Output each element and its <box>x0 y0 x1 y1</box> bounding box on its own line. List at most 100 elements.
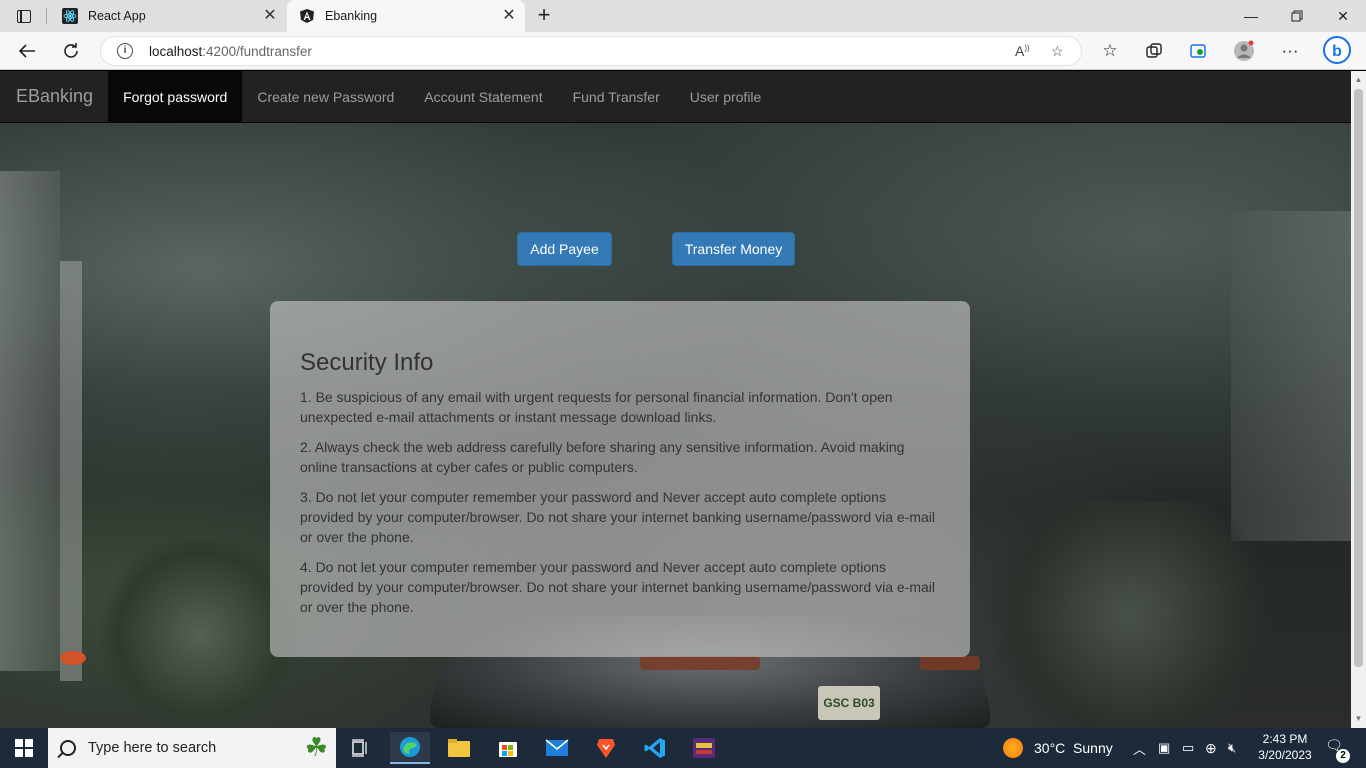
more-icon: ··· <box>1281 41 1299 60</box>
background-scene <box>920 656 980 670</box>
avatar-icon <box>1234 40 1254 61</box>
settings-more-button[interactable]: ··· <box>1277 39 1303 63</box>
tray-meet-icon[interactable]: ▣ <box>1158 728 1170 768</box>
refresh-button[interactable] <box>58 39 84 63</box>
nav-user-profile[interactable]: User profile <box>675 71 777 122</box>
taskbar-edge[interactable] <box>390 732 430 764</box>
transfer-money-button[interactable]: Transfer Money <box>672 232 795 266</box>
security-info-title: Security Info <box>300 349 434 376</box>
weather-text: 30°C Sunny <box>1034 740 1113 756</box>
brave-icon <box>597 739 615 758</box>
clock-date: 3/20/2023 <box>1258 748 1312 762</box>
vscode-icon <box>644 738 665 758</box>
url-text: localhost:4200/fundtransfer <box>149 44 312 59</box>
scroll-down-arrow-icon[interactable]: ▼ <box>1354 714 1363 724</box>
taskbar-file-explorer[interactable] <box>439 732 479 764</box>
favorites-icon: ☆ <box>1102 41 1118 60</box>
browser-toolbar: i localhost:4200/fundtransfer A)) ☆ ☆ ··… <box>0 32 1366 70</box>
security-tip: 4. Do not let your computer remember you… <box>300 559 935 615</box>
security-tip: 3. Do not let your computer remember you… <box>300 489 935 545</box>
taskbar-mail[interactable] <box>537 732 577 764</box>
nav-create-new-password[interactable]: Create new Password <box>242 71 409 122</box>
background-scene <box>980 501 1280 728</box>
taskbar-search[interactable]: Type here to search ☘ <box>48 728 336 768</box>
main-navbar: EBanking Forgot password Create new Pass… <box>0 71 1351 123</box>
back-arrow-icon <box>18 44 35 58</box>
start-button[interactable] <box>0 728 48 768</box>
store-icon <box>499 742 517 757</box>
clover-icon: ☘ <box>304 732 328 762</box>
back-button[interactable] <box>14 39 40 63</box>
collections-button[interactable] <box>1141 39 1167 63</box>
tray-chevron-icon[interactable]: ︿ <box>1133 728 1146 768</box>
extension-icon <box>1190 44 1206 58</box>
extension-button[interactable] <box>1185 39 1211 63</box>
profile-button[interactable] <box>1231 39 1257 63</box>
angular-icon <box>299 8 315 24</box>
scroll-up-arrow-icon[interactable]: ▲ <box>1354 75 1363 85</box>
security-tip: 1. Be suspicious of any email with urgen… <box>300 389 893 425</box>
nav-forgot-password[interactable]: Forgot password <box>108 71 243 122</box>
nav-fund-transfer[interactable]: Fund Transfer <box>558 71 675 122</box>
close-window-button[interactable]: ✕ <box>1320 0 1366 32</box>
task-view-button[interactable] <box>340 732 380 764</box>
tab-actions-icon <box>17 9 31 23</box>
task-view-icon <box>352 739 367 757</box>
tab-actions-button[interactable] <box>10 6 38 26</box>
windows-logo-icon <box>15 739 33 757</box>
address-bar[interactable]: i localhost:4200/fundtransfer A)) ☆ <box>100 36 1082 66</box>
tab-react-app[interactable]: React App ✕ <box>50 0 286 32</box>
taskbar-store[interactable] <box>488 732 528 764</box>
weather-widget[interactable]: 30°C Sunny <box>1003 728 1113 768</box>
security-tip: 2. Always check the web address carefull… <box>300 439 905 475</box>
sun-icon <box>1003 738 1023 758</box>
brand-logo[interactable]: EBanking <box>0 71 108 122</box>
windows-taskbar: Type here to search ☘ 30°C Sunny ︿ ▣ ▭ ⊕… <box>0 728 1366 768</box>
background-scene <box>60 261 82 681</box>
security-info-panel: Security Info 1. Be suspicious of any em… <box>270 301 970 657</box>
read-aloud-icon[interactable]: A)) <box>1015 43 1030 59</box>
search-placeholder: Type here to search <box>88 740 217 756</box>
scrollbar-thumb[interactable] <box>1354 89 1363 667</box>
svg-text:b: b <box>1332 43 1342 60</box>
page-scrollbar[interactable]: ▲ ▼ <box>1351 71 1366 728</box>
battery-icon[interactable]: ▭ <box>1182 728 1194 768</box>
close-tab-icon[interactable]: ✕ <box>262 8 278 24</box>
page-content: GSC B03 EBanking Forgot password Create … <box>0 71 1351 728</box>
url-path: :4200/fundtransfer <box>202 44 312 59</box>
refresh-icon <box>64 43 78 58</box>
browser-tab-strip: React App ✕ Ebanking ✕ + — ✕ <box>0 0 1366 32</box>
new-tab-button[interactable]: + <box>533 4 555 26</box>
bing-button[interactable]: b <box>1322 35 1352 65</box>
tab-label: React App <box>88 9 146 23</box>
background-scene <box>1231 211 1351 541</box>
tab-ebanking[interactable]: Ebanking ✕ <box>287 0 525 32</box>
collections-icon <box>1146 43 1162 58</box>
folder-icon <box>448 739 470 757</box>
taskbar-game-app[interactable] <box>684 732 724 764</box>
close-tab-icon[interactable]: ✕ <box>501 8 517 24</box>
notification-count-badge: 2 <box>1336 749 1350 763</box>
bing-icon: b <box>1323 36 1351 64</box>
restore-button[interactable] <box>1274 0 1320 32</box>
volume-muted-icon[interactable]: 🔇︎ <box>1228 728 1236 768</box>
network-globe-icon[interactable]: ⊕ <box>1205 728 1217 768</box>
license-plate: GSC B03 <box>818 686 880 720</box>
add-payee-button[interactable]: Add Payee <box>517 232 612 266</box>
tab-separator <box>46 8 47 24</box>
game-app-icon <box>693 738 715 758</box>
add-favorite-icon[interactable]: ☆ <box>1051 43 1064 60</box>
minimize-button[interactable]: — <box>1228 0 1274 32</box>
site-info-icon[interactable]: i <box>117 43 133 59</box>
taskbar-vscode[interactable] <box>635 732 675 764</box>
mail-icon <box>545 739 569 756</box>
background-scene <box>0 171 60 671</box>
notification-center-button[interactable]: 🗨︎ 2 <box>1322 737 1350 763</box>
nav-account-statement[interactable]: Account Statement <box>409 71 557 122</box>
taskbar-brave[interactable] <box>586 732 626 764</box>
search-icon <box>60 740 76 756</box>
restore-icon <box>1291 10 1303 22</box>
background-scene <box>640 656 760 670</box>
taskbar-clock[interactable]: 2:43 PM 3/20/2023 <box>1250 731 1320 763</box>
favorites-button[interactable]: ☆ <box>1097 39 1123 63</box>
